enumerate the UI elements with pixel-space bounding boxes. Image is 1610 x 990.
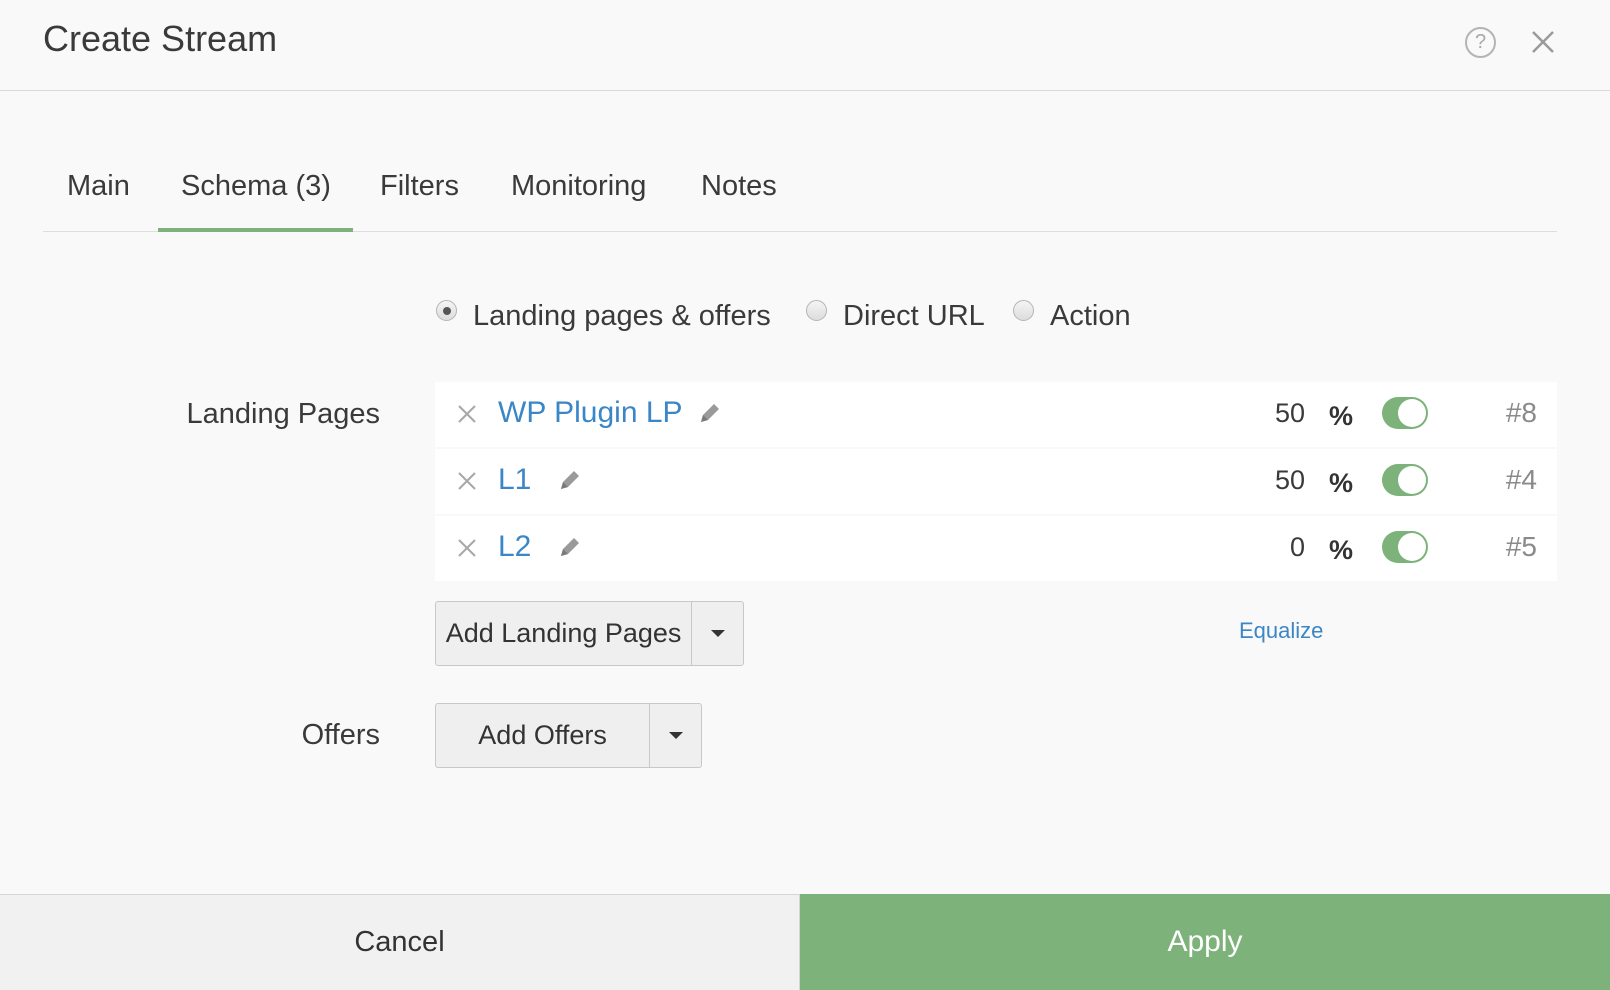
radio-label: Action	[1050, 300, 1131, 332]
radio-direct-url[interactable]: Direct URL	[806, 300, 985, 333]
question-circle-icon[interactable]: ?	[1465, 27, 1496, 58]
dialog-header: Create Stream ?	[0, 0, 1610, 91]
add-offers-dropdown[interactable]	[650, 704, 701, 767]
landing-pages-list: WP Plugin LP 50 % #8 L1 50 % #4 L2 0 % #…	[435, 382, 1557, 583]
landing-page-id: #4	[1505, 464, 1537, 495]
active-tab-indicator	[158, 228, 353, 232]
add-landing-pages-split-button: Add Landing Pages	[435, 601, 744, 666]
landing-page-link[interactable]: L2	[498, 530, 531, 564]
create-stream-dialog: Create Stream ? Main Schema (3) Filters …	[0, 0, 1610, 990]
caret-down-icon	[710, 630, 725, 637]
pencil-icon[interactable]	[697, 400, 723, 426]
add-landing-pages-dropdown[interactable]	[692, 602, 743, 665]
landing-page-link[interactable]: WP Plugin LP	[498, 396, 683, 430]
percent-sign: %	[1329, 468, 1354, 498]
radio-label: Direct URL	[843, 300, 985, 332]
add-offers-split-button: Add Offers	[435, 703, 702, 768]
remove-icon[interactable]	[455, 536, 479, 560]
radio-landing-pages-offers[interactable]: Landing pages & offers	[436, 300, 771, 333]
weight-value[interactable]: 50	[1275, 398, 1305, 429]
enabled-toggle[interactable]	[1382, 531, 1428, 563]
tab-schema[interactable]: Schema (3)	[181, 170, 331, 203]
landing-page-id: #8	[1505, 397, 1537, 428]
landing-page-row: WP Plugin LP 50 % #8	[435, 382, 1557, 447]
tab-monitoring[interactable]: Monitoring	[511, 170, 646, 203]
schema-type-radio-group: Landing pages & offers Direct URL Action	[0, 300, 1610, 340]
dialog-title: Create Stream	[43, 18, 278, 59]
add-landing-pages-button[interactable]: Add Landing Pages	[436, 602, 693, 665]
remove-icon[interactable]	[455, 402, 479, 426]
offers-label: Offers	[301, 719, 380, 751]
caret-down-icon	[668, 732, 683, 739]
tab-bar: Main Schema (3) Filters Monitoring Notes	[43, 150, 1557, 232]
tab-filters[interactable]: Filters	[380, 170, 459, 203]
equalize-link[interactable]: Equalize	[1239, 618, 1323, 644]
radio-button[interactable]	[806, 300, 827, 321]
cancel-button[interactable]: Cancel	[0, 894, 800, 990]
landing-pages-label: Landing Pages	[186, 398, 381, 430]
percent-sign: %	[1329, 401, 1354, 431]
apply-button[interactable]: Apply	[800, 894, 1610, 990]
weight-value[interactable]: 50	[1275, 465, 1305, 496]
close-icon[interactable]	[1525, 24, 1561, 60]
landing-page-row: L2 0 % #5	[435, 516, 1557, 581]
landing-page-row: L1 50 % #4	[435, 449, 1557, 514]
landing-page-link[interactable]: L1	[498, 463, 531, 497]
landing-page-id: #5	[1505, 531, 1537, 562]
radio-button-checked[interactable]	[436, 300, 457, 321]
radio-button[interactable]	[1013, 300, 1034, 321]
enabled-toggle[interactable]	[1382, 464, 1428, 496]
radio-label: Landing pages & offers	[473, 300, 771, 332]
pencil-icon[interactable]	[557, 534, 583, 560]
percent-sign: %	[1329, 535, 1354, 565]
tab-notes[interactable]: Notes	[701, 170, 777, 203]
weight-value[interactable]: 0	[1290, 532, 1305, 563]
add-offers-button[interactable]: Add Offers	[436, 704, 651, 767]
tab-main[interactable]: Main	[67, 170, 130, 203]
radio-action[interactable]: Action	[1013, 300, 1131, 333]
remove-icon[interactable]	[455, 469, 479, 493]
pencil-icon[interactable]	[557, 467, 583, 493]
enabled-toggle[interactable]	[1382, 397, 1428, 429]
dialog-footer: Cancel Apply	[0, 894, 1610, 990]
